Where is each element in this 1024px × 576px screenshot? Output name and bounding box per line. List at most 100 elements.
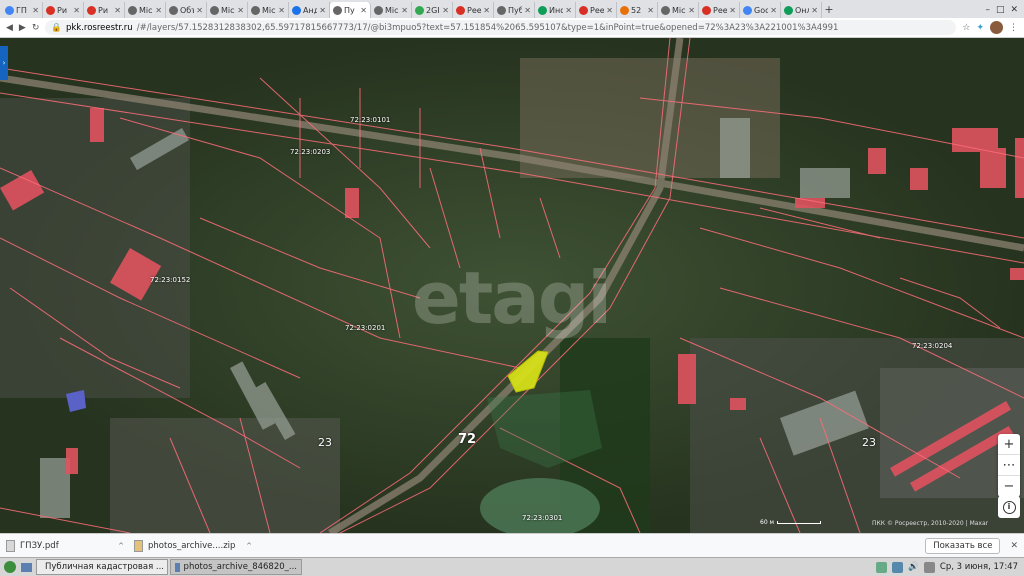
tab-close-icon[interactable]: ✕ <box>442 6 449 15</box>
zoom-in-button[interactable]: + <box>998 434 1020 455</box>
menu-kebab-icon[interactable]: ⋮ <box>1009 23 1018 33</box>
download-item-pdf[interactable]: ГПЗУ.pdf ^ <box>6 539 124 552</box>
tab-close-icon[interactable]: ✕ <box>401 6 408 15</box>
start-menu-icon[interactable] <box>2 560 17 575</box>
tab-close-icon[interactable]: ✕ <box>196 6 203 15</box>
tab-close-icon[interactable]: ✕ <box>647 6 654 15</box>
browser-tab[interactable]: Mic ✕ <box>125 2 166 18</box>
reload-icon[interactable]: ↻ <box>32 23 40 33</box>
back-icon[interactable]: ◀ <box>6 23 13 33</box>
tab-close-icon[interactable]: ✕ <box>483 6 490 15</box>
tab-label: 2GIS <box>426 5 440 15</box>
browser-tab[interactable]: Онлай✕ <box>781 2 822 18</box>
new-tab-button[interactable]: + <box>822 2 836 18</box>
url-bar[interactable]: 🔒 pkk.rosreestr.ru/#/layers/57.152831283… <box>45 20 957 35</box>
download-filename: photos_archive....zip <box>148 540 236 551</box>
browser-tab[interactable]: Microsc✕ <box>207 2 248 18</box>
tab-close-icon[interactable]: ✕ <box>811 6 818 15</box>
tab-favicon-icon <box>579 5 588 15</box>
tab-label: Инфо <box>549 5 563 15</box>
browser-tab[interactable]: Ри ✕ <box>84 2 125 18</box>
scale-line <box>777 521 822 524</box>
more-options-button[interactable]: ⋯ <box>998 455 1020 476</box>
browser-tab[interactable]: Андр✕ <box>289 2 330 18</box>
chevron-up-icon[interactable]: ^ <box>118 542 124 550</box>
address-toolbar: ◀ ▶ ↻ 🔒 pkk.rosreestr.ru/#/layers/57.152… <box>0 18 1024 38</box>
close-download-shelf-button[interactable]: ✕ <box>1010 541 1018 551</box>
lock-icon: 🔒 <box>51 22 62 33</box>
tab-close-icon[interactable]: ✕ <box>606 6 613 15</box>
tab-close-icon[interactable]: ✕ <box>524 6 531 15</box>
cadastral-map[interactable]: › etagi 72:23:0101 72:23:0203 72:23:0152 72… <box>0 38 1024 533</box>
tray-app-icon[interactable] <box>892 561 904 573</box>
tab-label: Ри <box>57 5 68 15</box>
download-item-zip[interactable]: photos_archive....zip ^ <box>134 539 252 552</box>
close-window-button[interactable]: ✕ <box>1010 5 1018 15</box>
tab-close-icon[interactable]: ✕ <box>155 6 162 15</box>
tab-label: Ри <box>98 5 109 15</box>
tab-close-icon[interactable]: ✕ <box>770 6 777 15</box>
tab-label: Micros <box>385 5 399 15</box>
watermark: etagi <box>412 256 612 340</box>
taskbar-task-archive[interactable]: photos_archive_846820_... <box>170 559 302 575</box>
tray-network-icon[interactable] <box>923 561 935 573</box>
side-panel-toggle[interactable]: › <box>0 46 8 80</box>
tab-close-icon[interactable]: ✕ <box>73 6 80 15</box>
browser-tab[interactable]: 52 ✕ <box>617 2 658 18</box>
tab-label: Microsc <box>262 5 276 15</box>
taskbar-task-browser[interactable]: Публичная кадастровая ... <box>36 559 168 575</box>
tab-label: Googl <box>754 5 768 15</box>
tab-label: Пу <box>344 5 355 15</box>
chevron-up-icon[interactable]: ^ <box>246 542 252 550</box>
maximize-button[interactable]: □ <box>996 5 1005 15</box>
tab-close-icon[interactable]: ✕ <box>729 6 736 15</box>
tab-favicon-icon <box>415 5 424 15</box>
zoom-out-button[interactable]: − <box>998 476 1020 497</box>
tab-favicon-icon <box>128 5 137 15</box>
tab-label: Microsc <box>221 5 235 15</box>
tray-app-icon[interactable] <box>876 561 888 573</box>
tab-favicon-icon <box>87 5 96 15</box>
browser-tab[interactable]: Реес✕ <box>453 2 494 18</box>
minimize-button[interactable]: – <box>985 5 990 15</box>
tab-label: Реес <box>467 5 482 15</box>
forward-icon[interactable]: ▶ <box>19 23 26 33</box>
browser-tab[interactable]: Googl✕ <box>740 2 781 18</box>
browser-tab[interactable]: Реес✕ <box>699 2 740 18</box>
browser-tab[interactable]: Microsc✕ <box>248 2 289 18</box>
extension-icon[interactable]: ✦ <box>976 23 984 33</box>
browser-tab[interactable]: Micros✕ <box>371 2 412 18</box>
tab-close-icon[interactable]: ✕ <box>360 6 367 15</box>
map-label: 72:23:0152 <box>150 276 191 284</box>
browser-tab[interactable]: 2GIS✕ <box>412 2 453 18</box>
tab-label: ГП ЗУ <box>16 5 30 15</box>
clock[interactable]: Ср, 3 июня, 17:47 <box>940 562 1018 572</box>
browser-tab[interactable]: ГП ЗУ✕ <box>2 2 43 18</box>
tab-close-icon[interactable]: ✕ <box>32 6 39 15</box>
browser-tab[interactable]: Объе✕ <box>166 2 207 18</box>
tab-close-icon[interactable]: ✕ <box>565 6 572 15</box>
tab-favicon-icon <box>169 5 178 15</box>
browser-tab[interactable]: Micros✕ <box>658 2 699 18</box>
tab-close-icon[interactable]: ✕ <box>319 6 326 15</box>
map-copyright: ПКК © Росреестр, 2010-2020 | Maxar <box>872 520 989 527</box>
browser-tab[interactable]: Реес✕ <box>576 2 617 18</box>
browser-tab[interactable]: Ри ✕ <box>43 2 84 18</box>
browser-tab[interactable]: Публи✕ <box>494 2 535 18</box>
bookmark-star-icon[interactable]: ☆ <box>962 23 970 33</box>
profile-avatar[interactable] <box>990 21 1003 34</box>
browser-tab[interactable]: Пу ✕ <box>330 2 371 18</box>
tab-close-icon[interactable]: ✕ <box>237 6 244 15</box>
browser-tab[interactable]: Инфо✕ <box>535 2 576 18</box>
show-all-downloads-button[interactable]: Показать все <box>925 537 1001 554</box>
volume-icon[interactable]: 🔊 <box>908 562 919 572</box>
tab-close-icon[interactable]: ✕ <box>688 6 695 15</box>
tab-label: Андр <box>303 5 317 15</box>
tab-close-icon[interactable]: ✕ <box>114 6 121 15</box>
desktop-icon[interactable] <box>19 560 34 575</box>
tab-close-icon[interactable]: ✕ <box>278 6 285 15</box>
tab-favicon-icon <box>251 5 260 15</box>
zoom-controls: + ⋯ − <box>998 434 1020 497</box>
info-button[interactable]: i <box>998 496 1020 518</box>
tab-favicon-icon <box>620 5 629 15</box>
